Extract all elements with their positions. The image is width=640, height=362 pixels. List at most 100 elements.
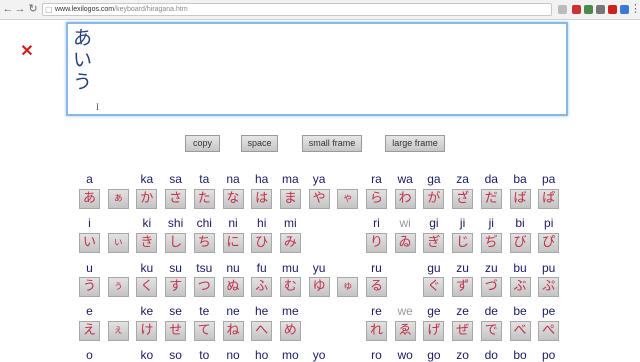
- kana-key[interactable]: や: [308, 189, 330, 209]
- kana-key[interactable]: ず: [452, 277, 474, 297]
- extension-icon-1[interactable]: [584, 5, 593, 14]
- kana-key[interactable]: ぃ: [107, 233, 129, 253]
- kana-key[interactable]: ぶ: [509, 277, 531, 297]
- kana-key[interactable]: ね: [222, 321, 244, 341]
- small-frame-button[interactable]: small frame: [302, 135, 362, 152]
- kana-key[interactable]: ぅ: [107, 277, 129, 297]
- kana-key[interactable]: わ: [394, 189, 416, 209]
- forward-icon[interactable]: →: [14, 3, 26, 15]
- kana-key[interactable]: ぁ: [107, 189, 129, 209]
- kana-key[interactable]: た: [193, 189, 215, 209]
- kana-key[interactable]: じ: [452, 233, 474, 253]
- space-button[interactable]: space: [241, 135, 278, 152]
- clear-text-icon[interactable]: ✕: [20, 44, 34, 60]
- kana-key[interactable]: ゅ: [337, 277, 359, 297]
- kana-key[interactable]: て: [193, 321, 215, 341]
- romaji-label: ji: [459, 216, 466, 230]
- kana-key[interactable]: な: [222, 189, 244, 209]
- kana-key[interactable]: り: [366, 233, 387, 253]
- kana-key[interactable]: ゃ: [337, 189, 359, 209]
- kana-key[interactable]: け: [136, 321, 158, 341]
- kana-key[interactable]: ざ: [452, 189, 474, 209]
- kana-key[interactable]: ら: [366, 189, 387, 209]
- romaji-label: hi: [257, 216, 267, 230]
- kana-key[interactable]: ち: [193, 233, 215, 253]
- romaji-label: ha: [255, 172, 269, 186]
- kana-key[interactable]: え: [79, 321, 100, 341]
- kana-key[interactable]: ぜ: [452, 321, 474, 341]
- kana-key[interactable]: ゑ: [394, 321, 416, 341]
- kana-key[interactable]: ぐ: [423, 277, 445, 297]
- reload-icon[interactable]: ↻: [27, 3, 39, 15]
- kana-key[interactable]: づ: [480, 277, 502, 297]
- menu-icon[interactable]: ⋮: [630, 3, 640, 15]
- kana-text-area[interactable]: あ い う I: [66, 22, 568, 116]
- kana-key[interactable]: ぱ: [538, 189, 560, 209]
- kana-key[interactable]: が: [423, 189, 445, 209]
- kana-key[interactable]: び: [509, 233, 531, 253]
- kana-key[interactable]: へ: [251, 321, 273, 341]
- kana-key[interactable]: す: [165, 277, 187, 297]
- kana-key[interactable]: ぺ: [538, 321, 560, 341]
- romaji-label: ra: [371, 172, 382, 186]
- romaji-label: ta: [199, 172, 210, 186]
- kana-key[interactable]: さ: [165, 189, 187, 209]
- romaji-label: me: [282, 304, 299, 318]
- extension-abp-icon[interactable]: [572, 5, 581, 14]
- kana-key[interactable]: む: [279, 277, 301, 297]
- kana-key[interactable]: つ: [193, 277, 215, 297]
- kana-key[interactable]: ぢ: [480, 233, 502, 253]
- kana-key[interactable]: ゐ: [394, 233, 416, 253]
- address-bar[interactable]: ▢ www.lexilogos.com/keyboard/hiragana.ht…: [42, 3, 552, 16]
- romaji-label: ba: [513, 172, 527, 186]
- kana-key[interactable]: ま: [279, 189, 301, 209]
- kana-key[interactable]: ぷ: [538, 277, 560, 297]
- kana-key[interactable]: べ: [509, 321, 531, 341]
- kana-key[interactable]: う: [79, 277, 100, 297]
- romaji-label: da: [484, 172, 498, 186]
- kana-key[interactable]: あ: [79, 189, 100, 209]
- kana-key[interactable]: い: [79, 233, 100, 253]
- romaji-label: pi: [544, 216, 554, 230]
- kana-key[interactable]: ふ: [251, 277, 273, 297]
- kana-key[interactable]: れ: [366, 321, 387, 341]
- kana-key[interactable]: み: [279, 233, 301, 253]
- romaji-label: ki: [142, 216, 152, 230]
- romaji-label: yu: [312, 261, 326, 275]
- extension-icon-2[interactable]: [596, 5, 605, 14]
- copy-button[interactable]: copy: [185, 135, 220, 152]
- large-frame-button[interactable]: large frame: [385, 135, 445, 152]
- romaji-label: pu: [542, 261, 556, 275]
- browser-toolbar: ← → ↻ ▢ www.lexilogos.com/keyboard/hirag…: [0, 0, 640, 20]
- kana-key[interactable]: し: [165, 233, 187, 253]
- extension-icon-3[interactable]: [620, 5, 629, 14]
- romaji-label: ge: [427, 304, 441, 318]
- kana-key[interactable]: ぴ: [538, 233, 560, 253]
- extension-youtube-icon[interactable]: [608, 5, 617, 14]
- romaji-label: a: [86, 172, 93, 186]
- romaji-label: wa: [397, 172, 413, 186]
- kana-key[interactable]: く: [136, 277, 158, 297]
- kana-key[interactable]: ぎ: [423, 233, 445, 253]
- kana-key[interactable]: げ: [423, 321, 445, 341]
- kana-key[interactable]: ひ: [251, 233, 273, 253]
- kana-key[interactable]: ば: [509, 189, 531, 209]
- bookmark-star-icon[interactable]: [558, 5, 567, 14]
- romaji-label: tsu: [196, 261, 213, 275]
- kana-key[interactable]: で: [480, 321, 502, 341]
- kana-key[interactable]: か: [136, 189, 158, 209]
- kana-key[interactable]: に: [222, 233, 244, 253]
- romaji-label: se: [169, 304, 182, 318]
- back-icon[interactable]: ←: [2, 3, 14, 15]
- kana-key[interactable]: せ: [165, 321, 187, 341]
- kana-key[interactable]: め: [279, 321, 301, 341]
- kana-key[interactable]: だ: [480, 189, 502, 209]
- kana-key[interactable]: ぇ: [107, 321, 129, 341]
- kana-key[interactable]: は: [251, 189, 273, 209]
- page-info-icon[interactable]: ▢: [45, 5, 53, 15]
- romaji-label: pe: [542, 304, 556, 318]
- kana-key[interactable]: る: [366, 277, 387, 297]
- kana-key[interactable]: ゆ: [308, 277, 330, 297]
- kana-key[interactable]: き: [136, 233, 158, 253]
- kana-key[interactable]: ぬ: [222, 277, 244, 297]
